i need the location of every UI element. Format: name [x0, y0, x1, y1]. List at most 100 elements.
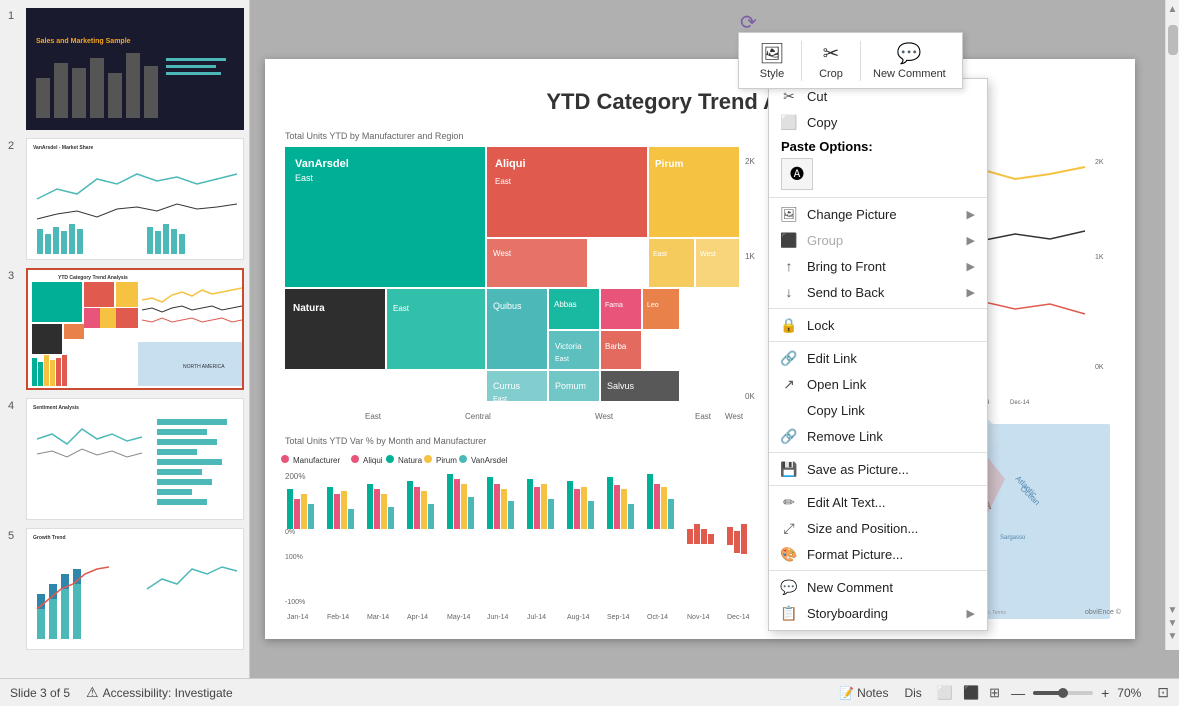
- storyboarding-arrow: ▶: [967, 607, 975, 620]
- open-link-label: Open Link: [807, 377, 866, 392]
- slide-panel[interactable]: 1 Sales and Marketing Sample: [0, 0, 250, 678]
- copy-link-label: Copy Link: [807, 403, 865, 418]
- paste-options-label: Paste Options:: [781, 139, 975, 154]
- status-left: Slide 3 of 5 ⚠ Accessibility: Investigat…: [10, 684, 817, 701]
- group-menu-item[interactable]: ⬛ Group ▶: [769, 227, 987, 253]
- edit-link-icon: 🔗: [781, 350, 797, 366]
- paste-icon-symbol: 🅐: [790, 164, 804, 184]
- right-scrollbar[interactable]: ▲ ▼ ▼ ▼: [1165, 0, 1179, 650]
- size-and-position-menu-item[interactable]: ⤢ Size and Position...: [769, 515, 987, 541]
- crop-button[interactable]: ✂ Crop: [806, 37, 856, 84]
- scroll-thumb[interactable]: [1168, 25, 1178, 55]
- svg-text:Aug-14: Aug-14: [567, 614, 590, 621]
- group-label: Group: [807, 233, 843, 248]
- svg-text:East: East: [555, 356, 569, 363]
- bring-to-front-label: Bring to Front: [807, 259, 886, 274]
- scroll-down-icon-2[interactable]: ▼: [1168, 618, 1178, 629]
- scroll-down-icons[interactable]: ▼ ▼ ▼: [1168, 605, 1178, 642]
- svg-text:East: East: [365, 412, 382, 421]
- lock-icon: 🔒: [781, 317, 797, 333]
- svg-text:East: East: [295, 173, 314, 183]
- svg-text:Pirum: Pirum: [436, 456, 457, 465]
- presenter-view-icon[interactable]: ⊞: [986, 683, 1003, 703]
- edit-link-label: Edit Link: [807, 351, 857, 366]
- lock-menu-item[interactable]: 🔒 Lock: [769, 312, 987, 338]
- context-menu: ✂ Cut ⬜ Copy Paste Options: 🅐 🖼: [768, 78, 988, 631]
- remove-link-menu-item[interactable]: 🔗 Remove Link: [769, 423, 987, 449]
- svg-text:Natura: Natura: [398, 456, 423, 465]
- new-comment-label: New Comment: [873, 68, 946, 80]
- svg-text:Pirum: Pirum: [655, 159, 683, 170]
- slide-item-3[interactable]: 3 YTD Category Trend Analysis: [26, 268, 243, 390]
- svg-text:Nov-14: Nov-14: [687, 614, 710, 621]
- send-to-back-icon: ↓: [781, 284, 797, 300]
- svg-text:East: East: [493, 396, 507, 403]
- save-as-picture-icon: 💾: [781, 461, 797, 477]
- separator-2: [769, 308, 987, 309]
- change-picture-menu-item[interactable]: 🖼 Change Picture ▶: [769, 201, 987, 227]
- slide-item-5[interactable]: 5 Growth Trend: [26, 528, 243, 650]
- toolbar-divider: [801, 41, 802, 81]
- zoom-slider-thumb: [1058, 688, 1068, 698]
- format-picture-label: Format Picture...: [807, 547, 903, 562]
- send-to-back-menu-item[interactable]: ↓ Send to Back ▶: [769, 279, 987, 305]
- zoom-controls[interactable]: ⬜ ⬛ ⊞ — + 70%: [934, 683, 1149, 703]
- svg-text:0%: 0%: [285, 529, 295, 536]
- save-as-picture-menu-item[interactable]: 💾 Save as Picture...: [769, 456, 987, 482]
- svg-text:Growth Trend: Growth Trend: [33, 535, 66, 541]
- size-position-icon: ⤢: [781, 520, 797, 536]
- svg-text:0K: 0K: [1095, 364, 1104, 371]
- open-link-menu-item[interactable]: ↗ Open Link: [769, 371, 987, 397]
- bring-to-front-arrow: ▶: [967, 260, 975, 273]
- notes-icon: 📝: [839, 686, 854, 700]
- edit-link-menu-item[interactable]: 🔗 Edit Link: [769, 345, 987, 371]
- svg-text:Dec-14: Dec-14: [1010, 400, 1030, 406]
- copy-menu-item[interactable]: ⬜ Copy: [769, 109, 987, 135]
- edit-alt-text-label: Edit Alt Text...: [807, 495, 886, 510]
- size-position-label: Size and Position...: [807, 521, 918, 536]
- svg-text:Central: Central: [465, 412, 491, 421]
- svg-text:Manufacturer: Manufacturer: [293, 456, 340, 465]
- accessibility-label: Accessibility: Investigate: [103, 686, 233, 700]
- slide-1-thumb: Sales and Marketing Sample: [26, 8, 244, 130]
- slide-item-4[interactable]: 4 Sentiment Analysis: [26, 398, 243, 520]
- paste-icon-btn[interactable]: 🅐: [781, 158, 813, 190]
- svg-text:Dec-14: Dec-14: [727, 614, 750, 621]
- copy-icon: ⬜: [781, 114, 797, 130]
- copy-label: Copy: [807, 115, 837, 130]
- scroll-up-icon[interactable]: ▲: [1168, 4, 1178, 15]
- fit-slide-icon[interactable]: ⬛: [960, 683, 982, 703]
- notes-button[interactable]: 📝 Notes: [833, 684, 894, 702]
- zoom-slider[interactable]: [1033, 691, 1093, 695]
- zoom-level[interactable]: 70%: [1117, 686, 1149, 700]
- zoom-plus-btn[interactable]: +: [1097, 685, 1113, 701]
- new-comment-button[interactable]: 💬 New Comment: [865, 37, 954, 84]
- slide-5-thumb: Growth Trend: [27, 529, 244, 650]
- slide-2-thumb: VanArsdel - Market Share: [27, 139, 244, 260]
- format-picture-menu-item[interactable]: 🎨 Format Picture...: [769, 541, 987, 567]
- scroll-down-icon-3[interactable]: ▼: [1168, 631, 1178, 642]
- copy-link-menu-item[interactable]: Copy Link: [769, 397, 987, 423]
- zoom-minus-btn[interactable]: —: [1007, 685, 1029, 701]
- slide-item-1[interactable]: 1 Sales and Marketing Sample: [26, 8, 243, 130]
- copilot-icon: ⟳: [740, 10, 757, 35]
- bring-to-front-menu-item[interactable]: ↑ Bring to Front ▶: [769, 253, 987, 279]
- svg-text:2K: 2K: [1095, 159, 1104, 166]
- separator-5: [769, 485, 987, 486]
- svg-text:1K: 1K: [1095, 254, 1104, 261]
- svg-text:East: East: [495, 177, 512, 186]
- svg-text:YTD Category Trend Analysis: YTD Category Trend Analysis: [58, 275, 128, 281]
- svg-text:Feb-14: Feb-14: [327, 614, 349, 621]
- view-normal-icon[interactable]: ⬜: [934, 683, 956, 703]
- new-comment-menu-item[interactable]: 💬 New Comment: [769, 574, 987, 600]
- slide-item-2[interactable]: 2 VanArsdel - Market Share: [26, 138, 243, 260]
- scroll-down-icon-1[interactable]: ▼: [1168, 605, 1178, 616]
- fit-window-icon[interactable]: ⊡: [1157, 684, 1169, 701]
- crop-icon: ✂: [823, 41, 840, 66]
- display-button[interactable]: Dis: [900, 684, 925, 702]
- edit-alt-text-menu-item[interactable]: ✏ Edit Alt Text...: [769, 489, 987, 515]
- slide-canvas: YTD Category Trend Analysis Total Units …: [265, 59, 1135, 639]
- style-button[interactable]: 🖼 Style: [747, 37, 797, 84]
- svg-text:200%: 200%: [285, 472, 305, 481]
- storyboarding-menu-item[interactable]: 📋 Storyboarding ▶: [769, 600, 987, 626]
